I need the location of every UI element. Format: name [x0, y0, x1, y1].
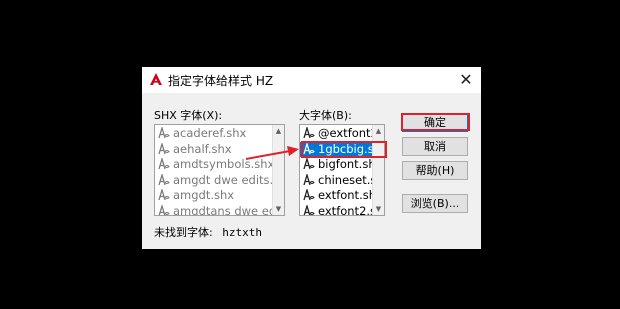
annotation-arrow [245, 146, 299, 160]
